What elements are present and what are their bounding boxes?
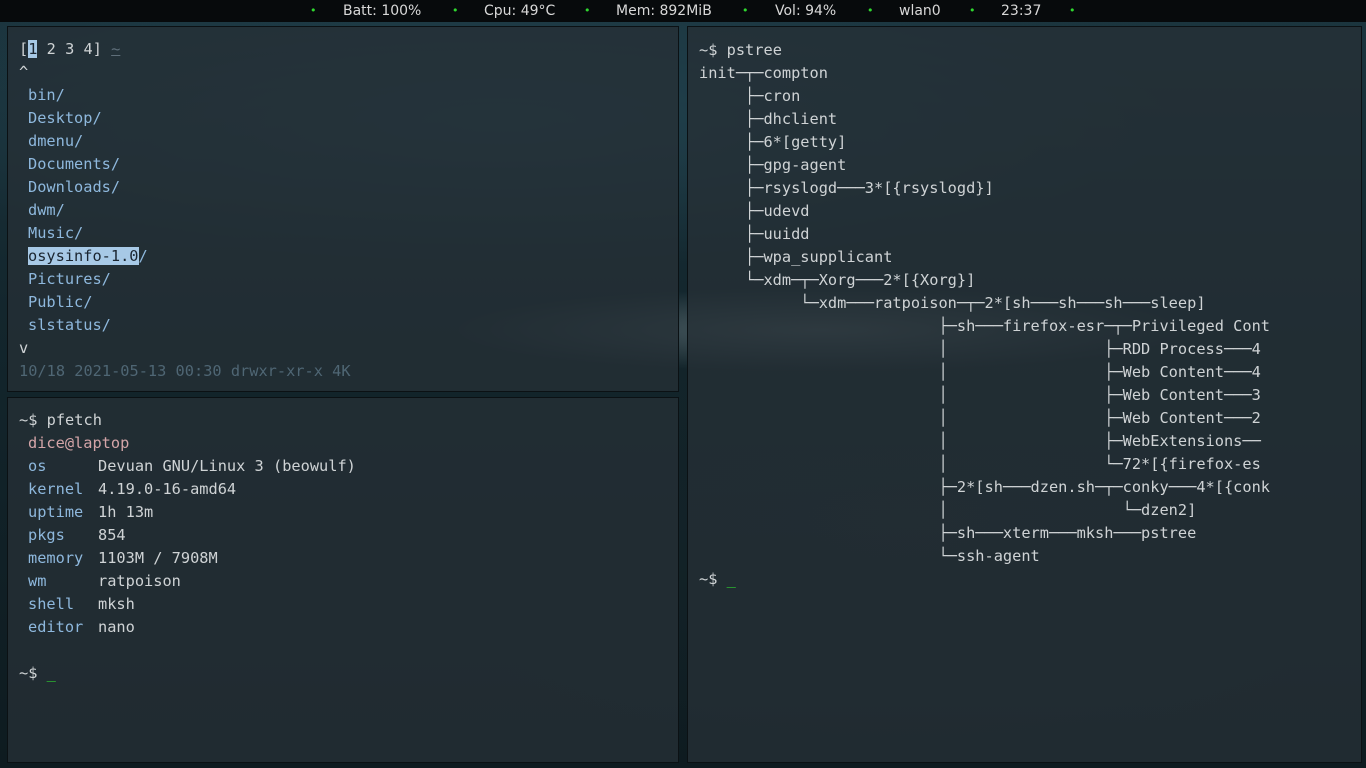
network-status: wlan0 bbox=[899, 3, 941, 19]
pstree-terminal[interactable]: ~$ pstree init─┬─compton ├─cron ├─dhclie… bbox=[687, 26, 1362, 763]
info-value: 1103M / 7908M bbox=[98, 549, 218, 567]
process-tree-line: ├─rsyslogd───3*[{rsyslogd}] bbox=[699, 179, 994, 197]
process-tree-line: ├─wpa_supplicant bbox=[699, 248, 893, 266]
process-tree-line: init─┬─compton bbox=[699, 64, 828, 82]
process-tree-line: ├─2*[sh───dzen.sh─┬─conky───4*[{conk bbox=[699, 478, 1270, 496]
dir-entry[interactable]: dwm/ bbox=[28, 199, 65, 222]
info-key: pkgs bbox=[28, 526, 65, 544]
info-value: mksh bbox=[98, 595, 135, 613]
status-bar: • Batt: 100% • Cpu: 49°C • Mem: 892MiB •… bbox=[0, 0, 1366, 22]
process-tree-line: ├─gpg-agent bbox=[699, 156, 847, 174]
dir-entry[interactable]: Desktop/ bbox=[28, 107, 102, 130]
info-key: editor bbox=[28, 618, 84, 636]
info-row: wm ratpoison bbox=[28, 570, 181, 593]
process-tree-line: │ ├─RDD Process───4 bbox=[699, 340, 1261, 358]
cpu-temp-status: Cpu: 49°C bbox=[484, 3, 556, 19]
process-tree-line: ├─uuidd bbox=[699, 225, 810, 243]
info-key: wm bbox=[28, 572, 47, 590]
tab-bar: [1 2 3 4] ~ bbox=[19, 38, 120, 61]
info-row: editor nano bbox=[28, 616, 135, 639]
info-value: 854 bbox=[98, 526, 126, 544]
info-value: nano bbox=[98, 618, 135, 636]
info-key: shell bbox=[28, 595, 75, 613]
process-tree-line: │ └─72*[{firefox-es bbox=[699, 455, 1261, 473]
info-row: memory 1103M / 7908M bbox=[28, 547, 218, 570]
info-value: ratpoison bbox=[98, 572, 181, 590]
info-row: pkgs 854 bbox=[28, 524, 126, 547]
status-separator-dot: • bbox=[742, 4, 749, 17]
process-tree-line: ├─udevd bbox=[699, 202, 810, 220]
tab-list[interactable]: 2 3 4] bbox=[37, 40, 102, 58]
process-tree-line: │ ├─Web Content───4 bbox=[699, 363, 1261, 381]
clock: 23:37 bbox=[1001, 3, 1042, 19]
process-tree-line: ├─cron bbox=[699, 87, 801, 105]
text-cursor: _ bbox=[726, 570, 736, 588]
pfetch-terminal[interactable]: ~$ pfetch dice@laptop os Devuan GNU/Linux… bbox=[7, 397, 679, 763]
dir-entry-selected[interactable]: osysinfo-1.0/ bbox=[28, 245, 148, 268]
volume-status: Vol: 94% bbox=[775, 3, 837, 19]
info-key: uptime bbox=[28, 503, 84, 521]
status-separator-dot: • bbox=[1069, 4, 1076, 17]
info-key: os bbox=[28, 457, 47, 475]
dir-entry[interactable]: Public/ bbox=[28, 291, 92, 314]
info-value: 4.19.0-16-amd64 bbox=[98, 480, 237, 498]
info-row: uptime 1h 13m bbox=[28, 501, 153, 524]
status-separator-dot: • bbox=[584, 4, 591, 17]
tab-bracket: [ bbox=[19, 40, 29, 58]
status-separator-dot: • bbox=[452, 4, 459, 17]
shell-prompt: ~$ bbox=[19, 664, 38, 682]
user-host: dice@laptop bbox=[28, 434, 130, 452]
status-separator-dot: • bbox=[969, 4, 976, 17]
process-tree-line: ├─dhclient bbox=[699, 110, 838, 128]
dir-entry[interactable]: Pictures/ bbox=[28, 268, 111, 291]
dir-entry[interactable]: slstatus/ bbox=[28, 314, 111, 337]
info-value: 1h 13m bbox=[98, 503, 154, 521]
process-tree-line: │ ├─WebExtensions── bbox=[699, 432, 1261, 450]
process-tree-line: │ ├─Web Content───2 bbox=[699, 409, 1261, 427]
info-row: kernel 4.19.0-16-amd64 bbox=[28, 478, 236, 501]
input-line[interactable]: ~$ _ bbox=[19, 662, 56, 685]
process-tree-line: └─ssh-agent bbox=[699, 547, 1040, 565]
process-tree-line: └─xdm───ratpoison─┬─2*[sh───sh───sh───sl… bbox=[699, 294, 1206, 312]
shell-prompt: ~$ bbox=[19, 411, 38, 429]
memory-status: Mem: 892MiB bbox=[616, 3, 712, 19]
process-tree-line: ├─sh───xterm───mksh───pstree bbox=[699, 524, 1197, 542]
info-row: shell mksh bbox=[28, 593, 135, 616]
dir-entry[interactable]: bin/ bbox=[28, 84, 65, 107]
battery-status: Batt: 100% bbox=[343, 3, 422, 19]
dir-entry[interactable]: Documents/ bbox=[28, 153, 120, 176]
info-key: kernel bbox=[28, 480, 84, 498]
text-cursor: _ bbox=[46, 664, 56, 682]
command-line: ~$ pstree bbox=[699, 39, 782, 62]
command-line: ~$ pfetch bbox=[19, 409, 102, 432]
dir-entry[interactable]: dmenu/ bbox=[28, 130, 83, 153]
command-text: pstree bbox=[726, 41, 782, 59]
process-tree-line: ├─6*[getty] bbox=[699, 133, 847, 151]
file-manager-terminal[interactable]: [1 2 3 4] ~ ^ bin/ Desktop/ dmenu/ Docum… bbox=[7, 26, 679, 392]
selected-entry-name[interactable]: osysinfo-1.0 bbox=[28, 247, 139, 265]
process-tree-line: └─xdm─┬─Xorg───2*[{Xorg}] bbox=[699, 271, 976, 289]
current-path: ~ bbox=[111, 40, 121, 58]
shell-prompt: ~$ bbox=[699, 41, 718, 59]
command-text: pfetch bbox=[46, 411, 102, 429]
file-status-line: 10/18 2021-05-13 00:30 drwxr-xr-x 4K bbox=[19, 362, 351, 380]
dir-entry[interactable]: Downloads/ bbox=[28, 176, 120, 199]
info-key: memory bbox=[28, 549, 84, 567]
status-separator-dot: • bbox=[867, 4, 874, 17]
process-tree-line: ├─sh───firefox-esr─┬─Privileged Cont bbox=[699, 317, 1270, 335]
selected-entry-suffix: / bbox=[138, 247, 148, 265]
info-value: Devuan GNU/Linux 3 (beowulf) bbox=[98, 457, 356, 475]
status-separator-dot: • bbox=[310, 4, 317, 17]
scroll-down-marker: v bbox=[19, 339, 29, 357]
scroll-up-marker: ^ bbox=[19, 63, 29, 81]
input-line[interactable]: ~$ _ bbox=[699, 568, 736, 591]
dir-entry[interactable]: Music/ bbox=[28, 222, 83, 245]
process-tree-line: │ └─dzen2] bbox=[699, 501, 1197, 519]
info-row: os Devuan GNU/Linux 3 (beowulf) bbox=[28, 455, 356, 478]
process-tree-line: │ ├─Web Content───3 bbox=[699, 386, 1261, 404]
shell-prompt: ~$ bbox=[699, 570, 718, 588]
